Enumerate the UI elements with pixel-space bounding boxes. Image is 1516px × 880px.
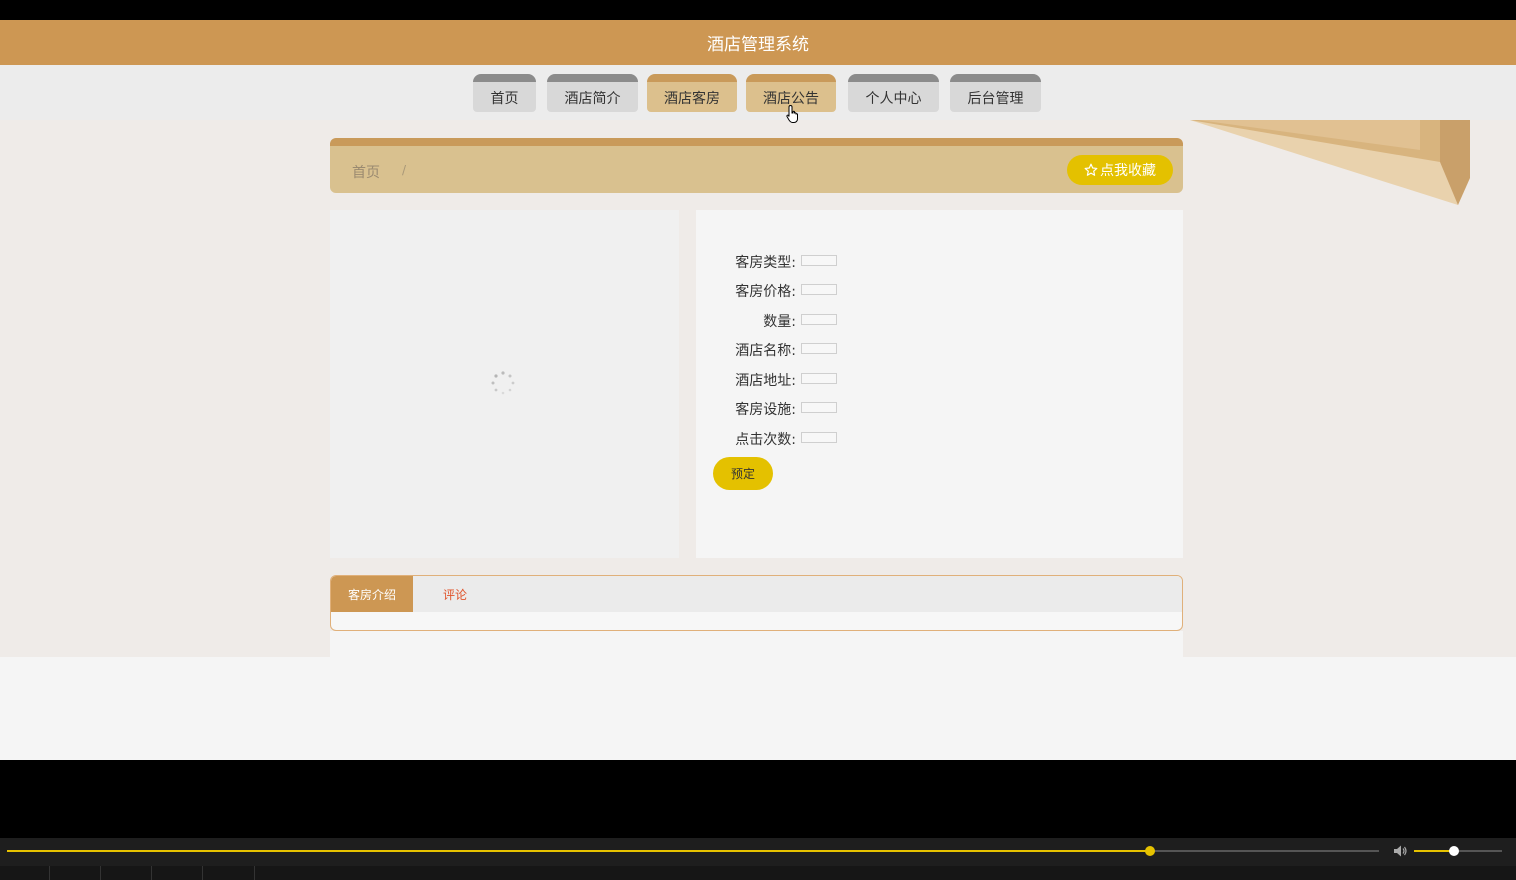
field-value <box>801 432 837 443</box>
favorite-button[interactable]: 点我收藏 <box>1067 155 1173 185</box>
field-label: 客房类型: <box>735 255 796 271</box>
nav-item-home[interactable]: 首页 <box>473 74 536 112</box>
room-image-panel <box>330 210 679 558</box>
nav-item-label: 酒店简介 <box>564 91 621 107</box>
player-segment <box>0 866 50 880</box>
room-details-panel: 客房类型: 客房价格: 数量: 酒店名称: 酒店地址: 客房设施: 点击次数: … <box>696 210 1183 558</box>
field-label: 酒店地址: <box>735 373 796 389</box>
room-tabs: 客房介绍 评论 <box>330 575 1183 631</box>
tab-label: 评论 <box>442 587 467 602</box>
volume-slider[interactable] <box>1414 846 1502 856</box>
loading-spinner-icon <box>491 371 515 395</box>
player-segment <box>50 866 101 880</box>
volume-icon[interactable] <box>1392 843 1408 859</box>
book-button[interactable]: 预定 <box>713 457 773 490</box>
progress-fill <box>7 850 1150 852</box>
browser-viewport: 酒店管理系统 首页 酒店简介 酒店客房 酒店公告 个人中心 后台管理 首页 / <box>0 20 1516 760</box>
field-value <box>801 373 837 384</box>
field-value <box>801 314 837 325</box>
main-nav: 首页 酒店简介 酒店客房 酒店公告 个人中心 后台管理 <box>0 65 1516 120</box>
nav-item-hotel-rooms[interactable]: 酒店客房 <box>647 74 737 112</box>
field-value <box>801 343 837 354</box>
player-segment <box>152 866 203 880</box>
tab-comments[interactable]: 评论 <box>427 576 483 612</box>
nav-item-label: 酒店客房 <box>664 91 720 107</box>
volume-handle[interactable] <box>1448 846 1459 856</box>
field-label: 客房设施: <box>735 402 796 418</box>
field-click-count: 点击次数: <box>696 427 996 449</box>
site-header: 酒店管理系统 <box>0 20 1516 65</box>
breadcrumb-home-link[interactable]: 首页 <box>352 162 380 182</box>
field-quantity: 数量: <box>696 309 996 331</box>
nav-item-label: 后台管理 <box>967 91 1024 107</box>
nav-item-hotel-intro[interactable]: 酒店简介 <box>547 74 638 112</box>
video-player-controls <box>0 838 1516 880</box>
progress-bar[interactable] <box>7 846 1379 856</box>
field-value <box>801 402 837 413</box>
field-room-price: 客房价格: <box>696 279 996 301</box>
hand-pointer-cursor-icon <box>786 104 798 123</box>
field-room-type: 客房类型: <box>696 250 996 272</box>
favorite-button-label: 点我收藏 <box>1100 163 1156 179</box>
player-segment <box>101 866 152 880</box>
nav-item-label: 个人中心 <box>865 91 922 107</box>
star-outline-icon <box>1084 163 1098 176</box>
nav-item-admin[interactable]: 后台管理 <box>950 74 1041 112</box>
site-title: 酒店管理系统 <box>707 35 809 55</box>
field-hotel-address: 酒店地址: <box>696 368 996 390</box>
player-segment <box>203 866 255 880</box>
field-room-facilities: 客房设施: <box>696 397 996 419</box>
field-label: 客房价格: <box>735 284 796 300</box>
tab-content-area <box>330 631 1183 657</box>
nav-item-label: 首页 <box>490 91 519 107</box>
field-label: 点击次数: <box>735 432 796 448</box>
breadcrumb-separator: / <box>402 163 407 177</box>
nav-item-user-center[interactable]: 个人中心 <box>848 74 939 112</box>
field-hotel-name: 酒店名称: <box>696 338 996 360</box>
player-bottom-strip <box>0 866 1516 880</box>
breadcrumb: 首页 / 点我收藏 <box>330 138 1183 193</box>
field-value <box>801 284 837 295</box>
field-label: 酒店名称: <box>735 343 796 359</box>
tab-label: 客房介绍 <box>347 587 396 602</box>
progress-handle[interactable] <box>1144 846 1155 856</box>
decorative-ribbon <box>1188 120 1470 205</box>
tabs-header: 客房介绍 评论 <box>331 576 1182 612</box>
field-label: 数量: <box>763 314 796 330</box>
tab-room-intro[interactable]: 客房介绍 <box>331 576 413 612</box>
field-value <box>801 255 837 266</box>
volume-fill <box>1414 850 1454 852</box>
